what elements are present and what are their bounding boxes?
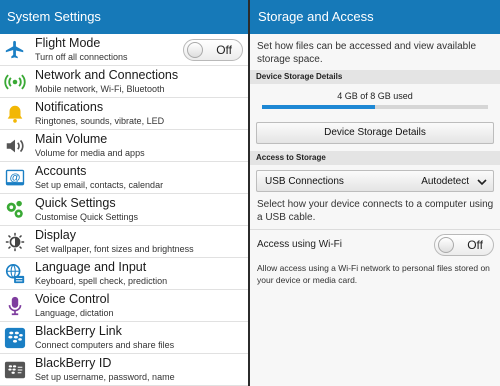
settings-item-subtitle: Ringtones, sounds, vibrate, LED [35, 116, 165, 126]
settings-item-language-input[interactable]: Language and Input Keyboard, spell check… [0, 258, 248, 290]
speaker-icon [6, 139, 24, 153]
section-divider [250, 229, 500, 230]
settings-item-subtitle: Turn off all connections [35, 52, 128, 62]
blackberry-logo-icon [4, 327, 26, 349]
settings-item-subtitle: Mobile network, Wi-Fi, Bluetooth [35, 84, 165, 94]
gears-icon [6, 200, 23, 218]
settings-item-title: BlackBerry ID [35, 356, 112, 370]
language-keyboard-icon [5, 264, 25, 284]
settings-item-subtitle: Customise Quick Settings [35, 212, 139, 222]
toggle-knob [438, 237, 454, 253]
flight-mode-toggle[interactable]: Off [183, 39, 243, 61]
settings-item-subtitle: Keyboard, spell check, prediction [35, 276, 168, 286]
bell-icon [7, 105, 23, 123]
wifi-access-label: Access using Wi-Fi [257, 239, 343, 250]
settings-item-display[interactable]: Display Set wallpaper, font sizes and br… [0, 226, 248, 258]
brightness-icon [5, 232, 25, 252]
flight-mode-toggle-label: Off [216, 43, 232, 57]
settings-item-notifications[interactable]: Notifications Ringtones, sounds, vibrate… [0, 98, 248, 130]
at-sign-icon: @ [5, 169, 25, 186]
settings-item-title: Display [35, 228, 76, 242]
settings-item-network[interactable]: Network and Connections Mobile network, … [0, 66, 248, 98]
settings-item-voice-control[interactable]: Voice Control Language, dictation [0, 290, 248, 322]
device-storage-section-header: Device Storage Details [250, 70, 500, 84]
usb-connections-description: Select how your device connects to a com… [257, 199, 494, 223]
system-settings-title: System Settings [0, 0, 248, 34]
toggle-knob [187, 42, 203, 58]
access-storage-section-header: Access to Storage [250, 151, 500, 165]
storage-access-title: Storage and Access [250, 0, 500, 34]
settings-item-title: BlackBerry Link [35, 324, 122, 338]
settings-item-title: Network and Connections [35, 68, 179, 82]
id-card-icon [4, 361, 26, 379]
storage-access-pane: Storage and Access Set how files can be … [250, 0, 500, 386]
svg-text:@: @ [10, 172, 21, 184]
settings-item-flight-mode[interactable]: Flight Mode Turn off all connections Off [0, 34, 248, 66]
settings-item-subtitle: Volume for media and apps [35, 148, 145, 158]
settings-item-subtitle: Set wallpaper, font sizes and brightness [35, 244, 194, 254]
settings-item-title: Language and Input [35, 260, 147, 274]
device-storage-details-button[interactable]: Device Storage Details [256, 122, 494, 144]
settings-item-subtitle: Language, dictation [35, 308, 114, 318]
settings-item-title: Voice Control [35, 292, 110, 306]
settings-item-subtitle: Set up username, password, name [35, 372, 175, 382]
usb-connections-value: Autodetect [421, 176, 469, 187]
chevron-down-icon [477, 179, 487, 186]
settings-item-subtitle: Connect computers and share files [35, 340, 175, 350]
settings-item-title: Accounts [35, 164, 87, 178]
settings-item-blackberry-id[interactable]: BlackBerry ID Set up username, password,… [0, 354, 248, 386]
wifi-access-toggle-label: Off [467, 238, 483, 252]
settings-item-blackberry-link[interactable]: BlackBerry Link Connect computers and sh… [0, 322, 248, 354]
usb-connections-dropdown[interactable]: USB Connections Autodetect [256, 170, 494, 192]
storage-usage-bar [262, 105, 488, 109]
wifi-access-toggle[interactable]: Off [434, 234, 494, 256]
settings-item-title: Flight Mode [35, 36, 101, 50]
wifi-access-description: Allow access using a Wi-Fi network to pe… [257, 263, 490, 285]
settings-item-quick-settings[interactable]: Quick Settings Customise Quick Settings [0, 194, 248, 226]
settings-item-main-volume[interactable]: Main Volume Volume for media and apps [0, 130, 248, 162]
storage-usage-text: 4 GB of 8 GB used [337, 91, 413, 101]
microphone-icon [8, 296, 22, 316]
settings-item-accounts[interactable]: @ Accounts Set up email, contacts, calen… [0, 162, 248, 194]
settings-item-title: Quick Settings [35, 196, 116, 210]
network-icon [4, 74, 26, 90]
airplane-icon [5, 40, 24, 59]
system-settings-pane: System Settings Flight Mode Turn off all… [0, 0, 248, 386]
storage-intro-text: Set how files can be accessed and view a… [257, 41, 477, 65]
settings-item-title: Main Volume [35, 132, 108, 146]
usb-connections-label: USB Connections [265, 176, 344, 187]
settings-item-title: Notifications [35, 100, 104, 114]
storage-usage-bar-fill [262, 105, 375, 109]
settings-item-subtitle: Set up email, contacts, calendar [35, 180, 164, 190]
